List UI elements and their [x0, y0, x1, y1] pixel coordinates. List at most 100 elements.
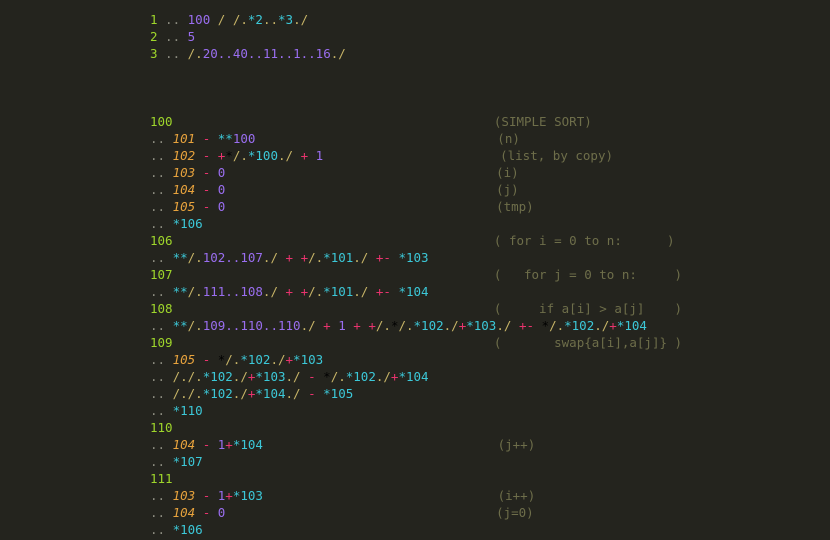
code-line[interactable]: 1 .. 100 / /.*2..*3./	[150, 11, 682, 28]
delimiter-token: /.	[375, 318, 391, 333]
code-line[interactable]: .. 104 - 0 (j)	[150, 181, 682, 198]
operator-token: +	[285, 284, 294, 299]
number-token: 0	[217, 199, 226, 214]
code-line[interactable]: 100 (SIMPLE SORT)	[150, 113, 682, 130]
deref-token: *103	[255, 369, 286, 384]
code-line[interactable]: 3 .. /.20..40..11..1..16./	[150, 45, 682, 62]
number-token: 1	[338, 318, 346, 333]
delimiter-token: /.	[187, 250, 203, 265]
operator-token: +	[300, 284, 309, 299]
code-line[interactable]: .. *110	[150, 402, 682, 419]
register-name: 104	[172, 505, 196, 520]
code-line[interactable]: 2 .. 5	[150, 28, 682, 45]
continuation-marker: ..	[150, 488, 173, 503]
code-line[interactable]: .. 101 - **100 (n)	[150, 130, 682, 147]
block-label: 111	[150, 471, 173, 486]
delimiter-token: /./.	[172, 369, 203, 384]
code-text: .. 102 - +*/.*100./ + 1	[150, 148, 323, 163]
deref-token: *103	[293, 352, 324, 367]
code-text: 109	[150, 335, 173, 350]
delimiter-token: ./	[300, 318, 316, 333]
range-separator: ..	[225, 318, 241, 333]
deref-token: **	[172, 284, 188, 299]
code-text: .. **/.102..107./ + +/.*101./ +- *103	[150, 250, 429, 265]
delimiter-token: ./	[270, 352, 286, 367]
number-token: 102	[202, 250, 226, 265]
delimiter-token: ./	[496, 318, 512, 333]
block-label: 100	[150, 114, 173, 129]
operator-token: -	[308, 369, 316, 384]
code-line[interactable]: 110	[150, 419, 682, 436]
code-listing[interactable]: 1 .. 100 / /.*2..*3./2 .. 53 .. /.20..40…	[150, 11, 682, 538]
continuation-marker: ..	[150, 437, 173, 452]
code-line[interactable]: .. 103 - 0 (i)	[150, 164, 682, 181]
code-text: .. 104 - 0	[150, 505, 225, 520]
code-block-inc-j: 110.. 104 - 1+*104 (j++).. *107	[150, 419, 682, 470]
continuation-marker: ..	[150, 369, 173, 384]
code-line[interactable]: .. 103 - 1+*103 (i++)	[150, 487, 682, 504]
code-line[interactable]: 106 ( for i = 0 to n: )	[150, 232, 682, 249]
deref-token: *104	[255, 386, 286, 401]
code-line[interactable]: 108 ( if a[i] > a[j] )	[150, 300, 682, 317]
code-editor-surface[interactable]: 1 .. 100 / /.*2..*3./2 .. 53 .. /.20..40…	[0, 0, 830, 540]
deref-token: *106	[172, 522, 203, 537]
delimiter-token: /.	[225, 352, 241, 367]
operator-token: +	[225, 488, 233, 503]
deref-token: *103	[398, 250, 429, 265]
code-line[interactable]: .. 105 - */.*102./+*103	[150, 351, 682, 368]
inline-comment: (n)	[497, 131, 520, 146]
code-line[interactable]: .. /./.*102./+*103./ - */.*102./+*104	[150, 368, 682, 385]
deref-token: *100	[247, 148, 278, 163]
deref-token: **	[172, 250, 188, 265]
code-line[interactable]: 111	[150, 470, 682, 487]
range-separator: ..	[300, 46, 316, 61]
operator-token: +-	[518, 318, 534, 333]
code-line[interactable]: .. 102 - +*/.*100./ + 1 (list, by copy)	[150, 147, 682, 164]
code-line[interactable]: .. **/.111..108./ + +/.*101./ +- *104	[150, 283, 682, 300]
deref-token: *101	[323, 284, 354, 299]
delimiter-token: ./	[375, 369, 391, 384]
number-token: 0	[217, 165, 226, 180]
number-token: 20	[202, 46, 218, 61]
code-line[interactable]: 107 ( for j = 0 to n: )	[150, 266, 682, 283]
delimiter-token: /.	[398, 318, 414, 333]
range-separator: ..	[262, 318, 278, 333]
code-line[interactable]: .. *106	[150, 521, 682, 538]
deref-token: *104	[398, 284, 429, 299]
delimiter-token: ./	[285, 386, 301, 401]
code-line[interactable]: .. 105 - 0 (tmp)	[150, 198, 682, 215]
continuation-marker: ..	[157, 12, 188, 27]
code-line[interactable]: .. *107	[150, 453, 682, 470]
code-line[interactable]: .. *106	[150, 215, 682, 232]
range-separator: ..	[225, 284, 241, 299]
block-label: 107	[150, 267, 173, 282]
code-line[interactable]: 109 ( swap{a[i],a[j]} )	[150, 334, 682, 351]
code-line[interactable]: .. /./.*102./+*104./ - *105	[150, 385, 682, 402]
code-text: .. 105 - */.*102./+*103	[150, 352, 323, 367]
register-name: 101	[172, 131, 196, 146]
continuation-marker: ..	[150, 386, 173, 401]
code-block-inc-i: 111 .. 103 - 1+*103 (i++) .. 104 - 0 (j=0)..…	[150, 470, 682, 538]
code-line[interactable]: .. **/.102..107./ + +/.*101./ +- *103	[150, 249, 682, 266]
code-text: .. 103 - 1+*103	[150, 488, 263, 503]
inline-comment: ( for i = 0 to n: )	[493, 233, 675, 248]
deref-token: *110	[172, 403, 203, 418]
block-label: 108	[150, 301, 173, 316]
deref-token: *105	[323, 386, 354, 401]
code-line[interactable]: .. **/.109..110..110./ + 1 + +/.*/.*102.…	[150, 317, 682, 334]
code-line[interactable]: .. 104 - 1+*104 (j++)	[150, 436, 682, 453]
code-line[interactable]: .. 104 - 0 (j=0)	[150, 504, 682, 521]
delimiter-token: ./	[353, 284, 369, 299]
